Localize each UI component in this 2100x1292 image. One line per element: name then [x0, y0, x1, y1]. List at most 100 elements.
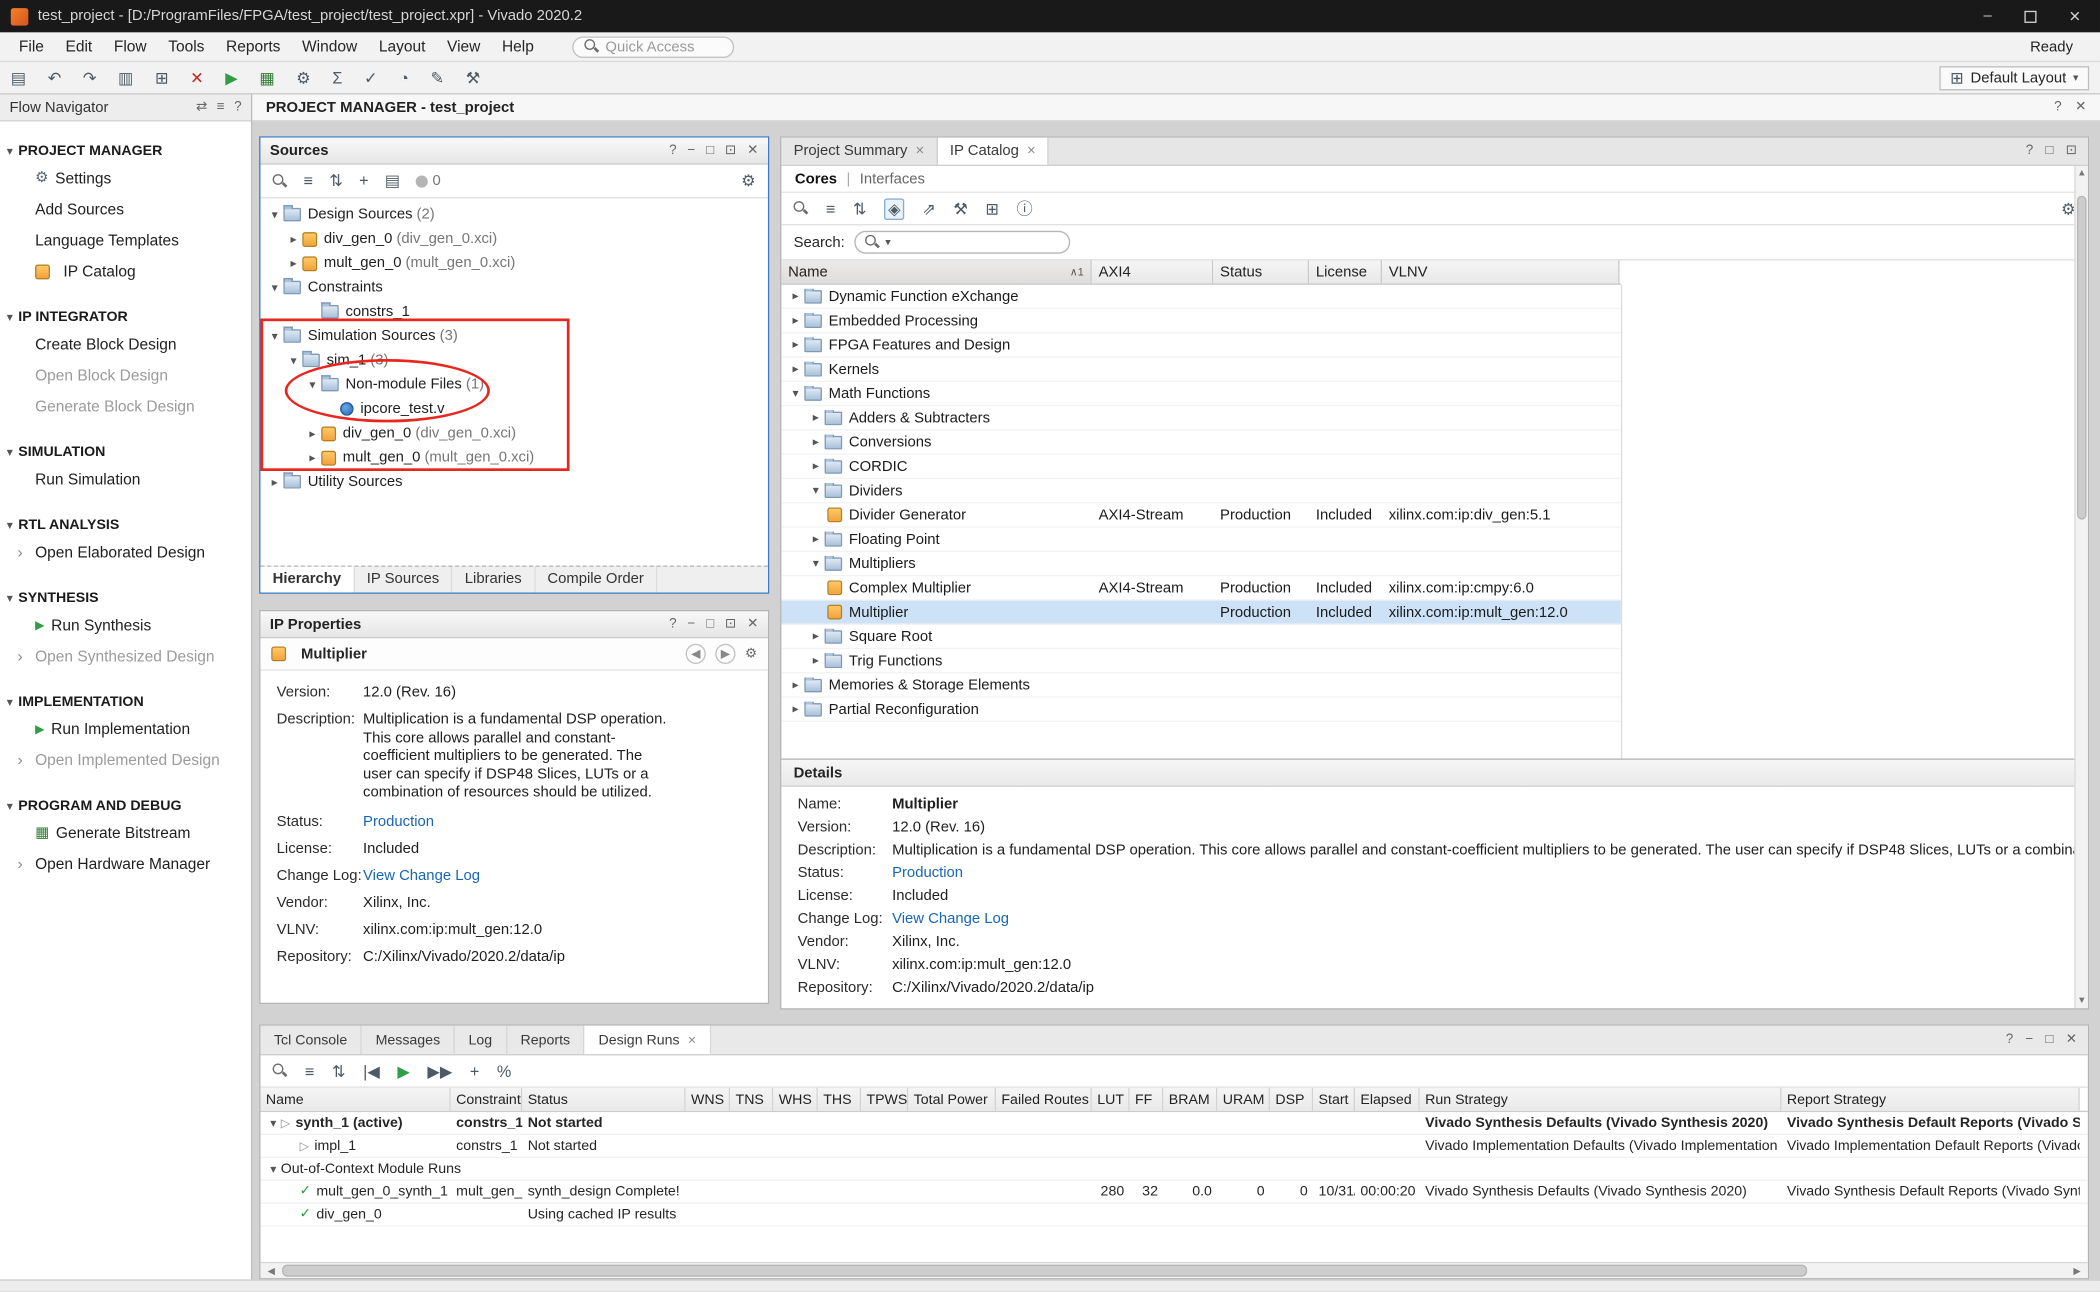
tree-item-sim-1[interactable]: ▾sim_1(3): [260, 348, 767, 372]
redo-icon[interactable]: ↷: [83, 70, 97, 86]
flow-item-generate-bitstream[interactable]: ▦Generate Bitstream: [0, 818, 251, 849]
elaborate-icon[interactable]: Σ: [332, 70, 342, 86]
catalog-row-math-functions[interactable]: ▾Math Functions: [781, 382, 1620, 406]
column-header-whs[interactable]: WHS: [773, 1088, 818, 1111]
column-header-bram[interactable]: BRAM: [1163, 1088, 1217, 1111]
catalog-row-multiplier[interactable]: MultiplierProductionIncludedxilinx.com:i…: [781, 601, 1620, 625]
close-icon[interactable]: ✕: [2075, 101, 2086, 114]
chevron-down-icon[interactable]: ▾: [787, 386, 805, 401]
chevron-right-icon[interactable]: ▸: [304, 426, 322, 441]
add-sources-icon[interactable]: +: [359, 173, 368, 189]
flow-section-simulation[interactable]: ▾SIMULATION: [0, 440, 251, 464]
menu-view[interactable]: View: [436, 32, 491, 62]
column-header-ths[interactable]: THS: [818, 1088, 861, 1111]
undo-icon[interactable]: ↶: [48, 70, 62, 86]
chevron-right-icon[interactable]: ▸: [787, 677, 805, 692]
edit-icon[interactable]: ✎: [431, 70, 445, 86]
chevron-down-icon[interactable]: ▾: [266, 1115, 281, 1130]
menu-reports[interactable]: Reports: [215, 32, 291, 62]
tab-ip-sources[interactable]: IP Sources: [355, 567, 453, 593]
chevron-right-icon[interactable]: ›: [18, 752, 29, 768]
tab-tcl-console[interactable]: Tcl Console: [260, 1026, 362, 1054]
column-header-tns[interactable]: TNS: [730, 1088, 773, 1111]
tree-item-constrs-1[interactable]: constrs_1: [260, 300, 767, 324]
gear-icon[interactable]: ⚙: [745, 647, 757, 660]
tab-design-runs[interactable]: Design Runs×: [585, 1026, 711, 1054]
close-icon[interactable]: ✕: [2066, 1033, 2077, 1046]
tab-log[interactable]: Log: [455, 1026, 507, 1054]
help-icon[interactable]: ?: [2054, 101, 2062, 114]
chevron-right-icon[interactable]: ▸: [807, 532, 825, 547]
column-header-status[interactable]: Status: [522, 1088, 685, 1111]
tab-project-summary[interactable]: Project Summary×: [781, 138, 937, 165]
column-header-vlnv[interactable]: VLNV: [1382, 260, 1620, 283]
run-row-div-gen-0[interactable]: ✓div_gen_0Using cached IP results: [260, 1204, 2087, 1227]
flow-item-run-simulation[interactable]: Run Simulation: [0, 464, 251, 495]
flow-item-open-block-design[interactable]: Open Block Design: [0, 360, 251, 391]
maximize-button[interactable]: [2024, 10, 2036, 22]
float-icon[interactable]: □: [706, 144, 714, 157]
percent-icon[interactable]: %: [497, 1063, 511, 1079]
layout-select[interactable]: ⊞ Default Layout ▾: [1939, 65, 2089, 89]
run-row-mult-gen-0-synth-1[interactable]: ✓mult_gen_0_synth_1mult_gen_0synth_desig…: [260, 1181, 2087, 1204]
column-header-lut[interactable]: LUT: [1092, 1088, 1130, 1111]
catalog-row-adders-subtracters[interactable]: ▸Adders & Subtracters: [781, 406, 1620, 430]
tree-item-div-gen-0[interactable]: ▸div_gen_0(div_gen_0.xci): [260, 227, 767, 251]
catalog-row-divider-generator[interactable]: Divider GeneratorAXI4-StreamProductionIn…: [781, 503, 1620, 527]
tree-item-mult-gen-0[interactable]: ▸mult_gen_0(mult_gen_0.xci): [260, 445, 767, 469]
tab-ip-catalog[interactable]: IP Catalog×: [938, 138, 1049, 165]
tab-compile-order[interactable]: Compile Order: [535, 567, 657, 593]
flow-section-project-manager[interactable]: ▾PROJECT MANAGER: [0, 139, 251, 163]
horizontal-scrollbar[interactable]: ◀ ▶: [260, 1262, 2087, 1278]
cancel-icon[interactable]: ✕: [190, 70, 204, 86]
add-repository-icon[interactable]: ⊞: [985, 200, 999, 216]
column-header-report-strategy[interactable]: Report Strategy: [1781, 1088, 2079, 1111]
flow-section-program-and-debug[interactable]: ▾PROGRAM AND DEBUG: [0, 794, 251, 818]
create-runs-icon[interactable]: +: [470, 1063, 479, 1079]
chevron-down-icon[interactable]: ▾: [807, 556, 825, 571]
scrollbar-thumb[interactable]: [282, 1265, 1807, 1277]
menu-file[interactable]: File: [8, 32, 55, 62]
expand-all-icon[interactable]: ⇅: [332, 1063, 346, 1079]
run-icon[interactable]: ▶: [225, 70, 237, 86]
settings-icon[interactable]: ⚙: [296, 70, 311, 86]
flow-item-run-synthesis[interactable]: ▶Run Synthesis: [0, 610, 251, 641]
column-header-start[interactable]: Start: [1313, 1088, 1355, 1111]
chevron-right-icon[interactable]: ▸: [787, 702, 805, 717]
scroll-up-icon[interactable]: ▲: [2076, 169, 2088, 178]
chevron-right-icon[interactable]: ▸: [285, 231, 303, 246]
chevron-right-icon[interactable]: ›: [18, 545, 29, 561]
chevron-right-icon[interactable]: ▸: [787, 313, 805, 328]
chevron-right-icon[interactable]: ▸: [807, 629, 825, 644]
flow-item-open-implemented-design[interactable]: ›Open Implemented Design: [0, 745, 251, 776]
expand-all-icon[interactable]: ⇅: [329, 173, 343, 189]
flow-item-generate-block-design[interactable]: Generate Block Design: [0, 391, 251, 422]
flow-item-open-hardware-manager[interactable]: ›Open Hardware Manager: [0, 849, 251, 880]
collapse-all-icon[interactable]: ≡: [826, 200, 835, 216]
column-header-name[interactable]: Name∧1: [781, 260, 1091, 283]
group-by-hierarchy-icon[interactable]: ◈: [884, 198, 905, 220]
chevron-right-icon[interactable]: ▸: [787, 337, 805, 352]
column-header-uram[interactable]: URAM: [1217, 1088, 1270, 1111]
back-button[interactable]: ◀: [686, 644, 706, 664]
flow-item-open-elaborated-design[interactable]: ›Open Elaborated Design: [0, 537, 251, 568]
float-icon[interactable]: □: [2045, 1033, 2053, 1046]
scrollbar-thumb[interactable]: [2077, 196, 2086, 520]
column-header-total-power[interactable]: Total Power: [908, 1088, 996, 1111]
settings-icon[interactable]: ⚙: [741, 173, 756, 189]
run-row-impl-1[interactable]: ▷impl_1constrs_1Not startedVivado Implem…: [260, 1135, 2087, 1158]
flow-section-ip-integrator[interactable]: ▾IP INTEGRATOR: [0, 305, 251, 329]
maximize-icon[interactable]: ⊡: [725, 617, 736, 630]
flow-section-rtl-analysis[interactable]: ▾RTL ANALYSIS: [0, 513, 251, 537]
tab-cores[interactable]: Cores: [795, 171, 837, 187]
tree-item-simulation-sources[interactable]: ▾Simulation Sources(3): [260, 324, 767, 348]
save-icon[interactable]: ▥: [118, 70, 133, 86]
field-value[interactable]: View Change Log: [363, 867, 480, 883]
switch-layout-icon[interactable]: ⇄: [196, 101, 207, 114]
tab-interfaces[interactable]: Interfaces: [860, 171, 925, 187]
catalog-row-complex-multiplier[interactable]: Complex MultiplierAXI4-StreamProductionI…: [781, 576, 1620, 600]
flow-section-implementation[interactable]: ▾IMPLEMENTATION: [0, 690, 251, 714]
info-icon[interactable]: ⓘ: [1017, 200, 1033, 216]
menu-tools[interactable]: Tools: [157, 32, 215, 62]
scroll-left-icon[interactable]: ◀: [263, 1263, 279, 1278]
